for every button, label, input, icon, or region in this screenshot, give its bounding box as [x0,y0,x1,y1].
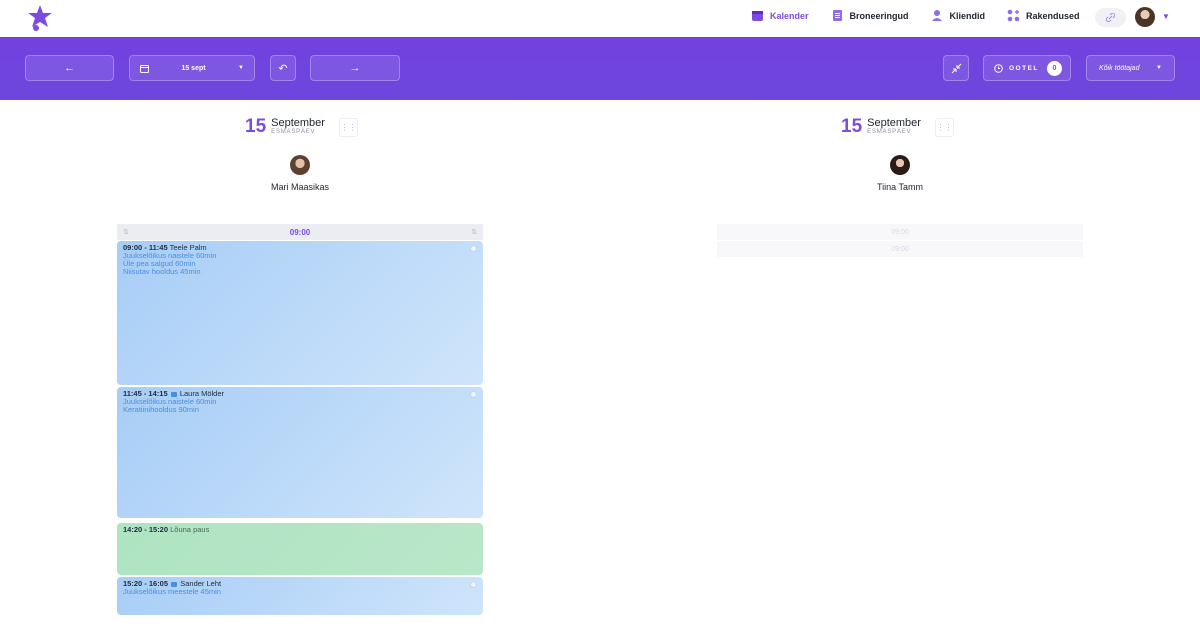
user-icon [931,10,942,21]
day-header-mari: 15 September ESMASPÄEV ⋮⋮ [245,116,358,138]
staff-avatar-tiina [890,155,910,175]
calendar-icon [752,11,763,21]
clock-icon [994,63,1003,73]
column-settings-button[interactable]: ⋮⋮ [338,117,358,137]
sort-icon[interactable]: ⇅ [123,228,129,236]
next-day-button[interactable]: → [310,55,400,81]
staff-select-label: Kõik töötajad [1099,64,1140,72]
time-slot-ghost: 09:00 [717,241,1083,257]
sliders-icon: ⋮⋮ [340,122,357,132]
undo-icon: ↶ [278,62,288,75]
waiting-list-button[interactable]: OOTEL 0 [983,55,1071,81]
time-slot-label: 09:00 [891,228,909,236]
break-label: Lõuna paus [170,525,210,534]
day-header-tiina: 15 September ESMASPÄEV ⋮⋮ [841,116,954,138]
arrow-left-icon: ← [64,62,75,74]
time-slot-header: ⇅ 09:00 ⇅ [117,224,483,240]
waiting-label: OOTEL [1009,64,1039,72]
staff-avatar-mari [290,155,310,175]
nav-kalender-label: Kalender [770,10,809,21]
chevron-down-icon[interactable]: ▼ [1162,12,1170,21]
time-slot-label: 09:00 [891,245,909,253]
nav-broneeringud-label: Broneeringud [849,10,909,21]
share-link-button[interactable] [1095,8,1126,27]
time-slot-label: 09:00 [289,227,311,237]
collapse-button[interactable] [943,55,969,81]
weekday-name: ESMASPÄEV [867,129,912,135]
link-icon [1105,12,1116,23]
staff-select[interactable]: Kõik töötajad ▼ [1086,55,1175,81]
month-name: September [867,117,921,129]
previous-day-button[interactable]: ← [25,55,114,81]
day-number: 15 [245,116,267,137]
nav-broneeringud[interactable]: Broneeringud [831,9,909,22]
appointment-service: Keratiinihooldus 90min [123,405,199,414]
column-settings-button[interactable]: ⋮⋮ [934,117,954,137]
apps-icon [1007,9,1020,22]
month-name: September [271,117,325,129]
nav-rakendused-label: Rakendused [1026,10,1080,21]
staff-name-mari: Mari Maasikas [270,182,329,192]
arrow-right-icon: → [349,62,361,74]
nav-kalender[interactable]: Kalender [751,9,809,22]
main-nav: Kalender Broneeringud Kliendid Rakenduse… [751,9,1102,22]
waiting-count-badge: 0 [1046,60,1062,76]
calendar-toolbar: ← 15 sept ▼ ↶ → OOTEL 0 Kõik töötajad ▼ [0,37,1200,100]
appointment-service: Niisutav hooldus 45min [123,267,201,276]
date-picker-button[interactable]: 15 sept ▼ [129,55,255,81]
nav-kliendid[interactable]: Kliendid [931,9,986,22]
date-label: 15 sept [181,64,206,72]
nav-kliendid-label: Kliendid [949,10,986,21]
settings-icon[interactable] [470,391,477,398]
break-card[interactable]: 14:20 - 15:20 Lõuna paus [117,523,483,575]
weekday-name: ESMASPÄEV [271,129,316,135]
sliders-icon: ⋮⋮ [936,122,953,132]
chevron-down-icon: ▼ [238,65,244,71]
sort-icon[interactable]: ⇅ [471,228,477,236]
chat-icon [171,581,178,587]
document-icon [832,10,842,21]
collapse-arrows-icon [951,63,961,73]
staff-name-tiina: Tiina Tamm [876,182,923,192]
settings-icon[interactable] [470,581,477,588]
break-time: 14:20 - 15:20 [123,525,169,534]
calendar-icon [140,64,149,73]
nav-rakendused[interactable]: Rakendused [1007,9,1080,22]
user-avatar[interactable] [1135,7,1155,27]
appointment-service: Juukselõikus meestele 45min [123,587,221,596]
chat-icon [170,391,177,397]
today-button[interactable]: ↶ [270,55,296,81]
appointment-card[interactable]: 11:45 - 14:15 Laura Mölder Juukselõikus … [117,387,483,518]
appointment-card[interactable]: 15:20 - 16:05 Sander Leht Juukselõikus m… [117,577,483,615]
logo-icon[interactable] [27,4,53,32]
chevron-down-icon: ▼ [1156,65,1162,71]
settings-icon[interactable] [470,245,477,252]
top-navigation: Kalender Broneeringud Kliendid Rakenduse… [0,0,1200,37]
day-number: 15 [841,116,863,137]
appointment-card[interactable]: 09:00 - 11:45 Teele Palm Juukselõikus na… [117,241,483,385]
time-slot-ghost: 09:00 [717,224,1083,240]
